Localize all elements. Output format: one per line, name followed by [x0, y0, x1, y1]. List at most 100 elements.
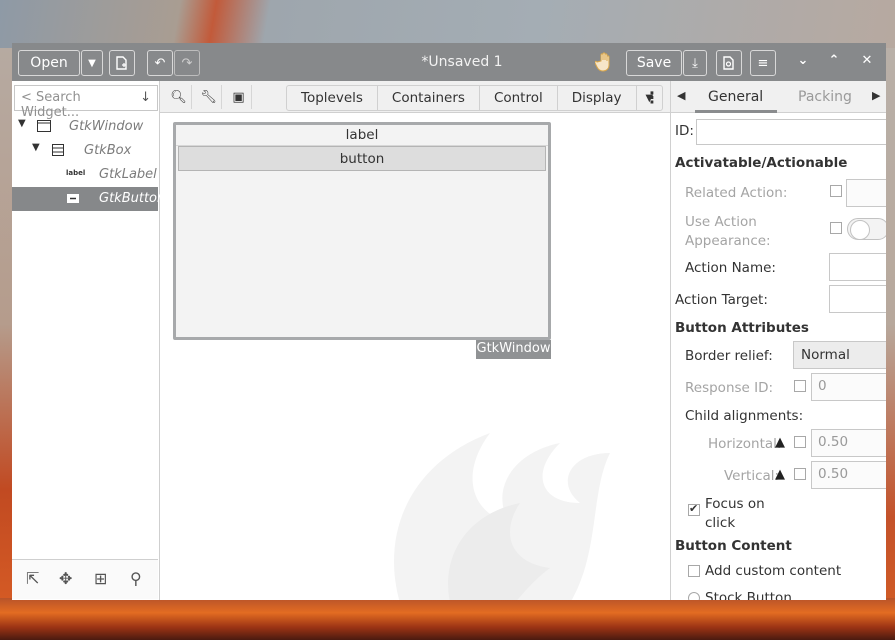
tab-control[interactable]: Control — [480, 86, 558, 110]
expander-arrow-icon[interactable]: ▼ — [32, 142, 40, 153]
desktop-background-right — [886, 48, 895, 600]
select-pointer-icon[interactable]: ⇱ — [26, 569, 39, 588]
response-id-label: Response ID: — [685, 380, 774, 396]
vertical-dots-icon: ⋮ — [644, 87, 660, 107]
download-icon: ⤓ — [692, 55, 698, 71]
use-action-appearance-switch[interactable] — [847, 218, 886, 240]
hamburger-menu-icon: ≡ — [757, 55, 769, 71]
warning-icon: ▲ — [775, 435, 785, 450]
open-button[interactable]: Open — [18, 50, 80, 76]
palette-menu-button[interactable]: ⋮ — [639, 85, 665, 109]
related-action-checkbox[interactable] — [830, 185, 842, 197]
tab-display[interactable]: Display — [558, 86, 637, 110]
related-action-label: Related Action: — [685, 185, 788, 201]
active-tab-indicator — [695, 110, 777, 113]
tree-row-gtkbox[interactable]: ▼ GtkBox — [12, 139, 158, 163]
design-workspace[interactable]: label button GtkWindow — [160, 113, 670, 600]
stock-button-label: Stock Button — [705, 590, 792, 600]
vertical-label: Vertical: — [724, 468, 780, 484]
tree-row-gtkwindow[interactable]: ▼ GtkWindow — [12, 115, 158, 139]
tools-button[interactable]: 🔧︎ — [196, 85, 222, 109]
new-project-button[interactable] — [109, 50, 135, 76]
tree-label: GtkButton — [99, 191, 166, 206]
tree-row-gtklabel[interactable]: label GtkLabel — [12, 163, 158, 187]
add-custom-content-checkbox[interactable] — [688, 565, 700, 577]
glade-window: Open ▼ ↶ ↷ *Unsaved 1 Save ⤓ ≡ ⌄ ⌃ ✕ < S… — [12, 43, 886, 600]
action-target-field[interactable] — [829, 285, 886, 313]
horizontal-label: Horizontal: — [708, 436, 782, 452]
gtkwindow-preview[interactable]: label button — [173, 122, 551, 340]
gtkbutton-preview[interactable]: button — [178, 146, 546, 171]
use-action-appearance-label: Use Action Appearance: — [685, 214, 771, 249]
section-button-content: Button Content — [675, 538, 792, 554]
label-widget-icon: label — [66, 169, 86, 177]
id-label: ID: — [675, 123, 694, 139]
response-id-field[interactable]: 0 — [811, 373, 886, 401]
chevron-up-icon: ⌃ — [828, 53, 840, 68]
focus-on-click-label: Focus on click — [705, 496, 765, 531]
tree-label: GtkWindow — [69, 119, 144, 134]
search-placeholder: < Search Widget... — [21, 90, 81, 120]
id-field[interactable] — [696, 119, 886, 145]
warning-icon: ▲ — [775, 467, 785, 482]
titlebar: Open ▼ ↶ ↷ *Unsaved 1 Save ⤓ ≡ ⌄ ⌃ ✕ — [12, 43, 886, 81]
horizontal-field[interactable]: 0.50 — [811, 429, 886, 457]
window-name-badge: GtkWindow — [476, 340, 551, 359]
align-edit-icon[interactable]: ⚲ — [130, 569, 142, 588]
save-button[interactable]: Save — [626, 50, 682, 76]
drag-resize-icon[interactable]: ✥ — [59, 569, 72, 588]
desktop-background-sky — [0, 0, 895, 48]
maximize-button[interactable]: ⌃ — [824, 53, 844, 71]
preview-document-icon — [723, 56, 734, 70]
gtklabel-preview[interactable]: label — [176, 125, 548, 146]
redo-button[interactable]: ↷ — [174, 50, 200, 76]
vertical-field[interactable]: 0.50 — [811, 461, 886, 489]
minimize-button[interactable]: ⌄ — [793, 53, 813, 71]
open-recent-dropdown-button[interactable]: ▼ — [81, 50, 103, 76]
tree-label: GtkBox — [84, 143, 132, 158]
horizontal-checkbox[interactable] — [794, 436, 806, 448]
palette-button[interactable]: ▣ — [226, 85, 252, 109]
save-as-button[interactable]: ⤓ — [683, 50, 707, 76]
bottom-toolbar: ⇱ ✥ ⊞ ⚲ — [12, 559, 158, 599]
property-editor: ◀ General Packing ▶ ID: Activatable/Acti… — [670, 81, 886, 600]
widget-grid-icon: ▣ — [232, 89, 245, 105]
use-action-appearance-checkbox[interactable] — [830, 222, 842, 234]
undo-button[interactable]: ↶ — [147, 50, 173, 76]
close-icon: ✕ — [861, 53, 873, 68]
tree-label: GtkLabel — [99, 167, 157, 182]
desktop-background-sunset — [0, 598, 895, 640]
border-relief-select[interactable]: Normal — [793, 341, 886, 369]
related-action-field[interactable] — [846, 179, 886, 207]
tab-scroll-right-icon[interactable]: ▶ — [872, 89, 880, 102]
search-icon: 🔍︎ — [170, 89, 187, 105]
expander-arrow-icon[interactable]: ▼ — [18, 118, 26, 129]
wrench-icon: 🔧︎ — [200, 89, 217, 105]
response-id-checkbox[interactable] — [794, 380, 806, 392]
tab-scroll-left-icon[interactable]: ◀ — [677, 89, 685, 102]
main-menu-button[interactable]: ≡ — [750, 50, 776, 76]
focus-on-click-checkbox[interactable] — [688, 502, 700, 516]
section-activatable: Activatable/Actionable — [675, 155, 848, 171]
window-icon — [37, 120, 51, 132]
undo-icon: ↶ — [154, 55, 166, 71]
tab-toplevels[interactable]: Toplevels — [287, 86, 378, 110]
tree-row-gtkbutton[interactable]: GtkButton — [12, 187, 165, 211]
search-widget-input[interactable]: < Search Widget... ↓ — [14, 85, 158, 120]
child-alignments-label: Child alignments: — [685, 408, 804, 424]
watermark-logo — [394, 433, 610, 600]
search-button[interactable]: 🔍︎ — [166, 85, 192, 109]
widget-tree-pane: < Search Widget... ↓ ▼ GtkWindow ▼ GtkBo… — [12, 81, 165, 600]
vertical-checkbox[interactable] — [794, 468, 806, 480]
close-button[interactable]: ✕ — [857, 53, 877, 71]
tab-containers[interactable]: Containers — [378, 86, 480, 110]
tab-packing[interactable]: Packing — [798, 89, 852, 105]
tab-general[interactable]: General — [708, 89, 763, 105]
desktop-background-left — [0, 48, 12, 600]
margin-edit-icon[interactable]: ⊞ — [94, 569, 107, 588]
preview-button[interactable] — [716, 50, 742, 76]
action-name-field[interactable] — [829, 253, 886, 281]
button-widget-icon — [67, 194, 79, 203]
stock-button-radio[interactable] — [688, 592, 700, 600]
box-icon — [52, 144, 64, 156]
